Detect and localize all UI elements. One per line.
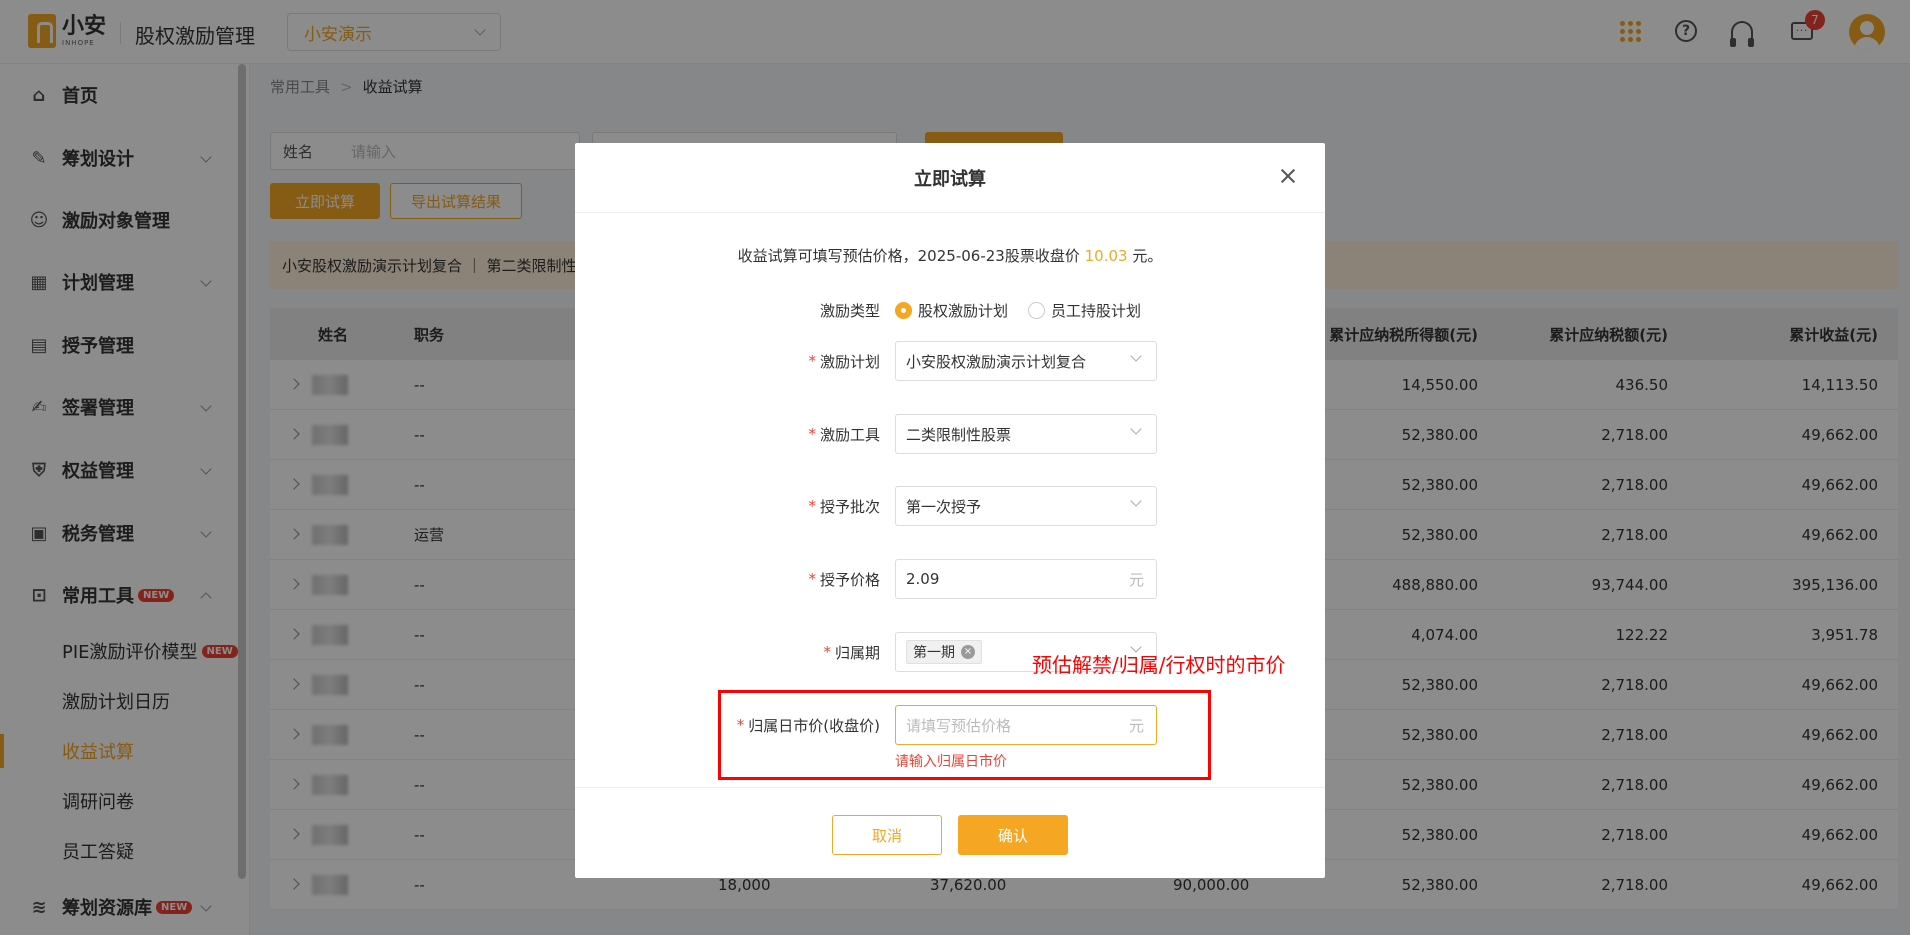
form-row-tool: * 激励工具 二类限制性股票 [575,414,1325,454]
modal-footer: 取消 确认 [575,787,1325,878]
type-label: 激励类型 [819,301,880,320]
modal-info-price: 10.03 [1084,247,1128,265]
batch-select-value: 第一次授予 [906,497,982,516]
modal-info-suffix: 元。 [1132,247,1163,265]
plan-label: * 激励计划 [808,352,880,371]
chevron-down-icon [1130,423,1142,435]
batch-label: * 授予批次 [808,497,880,516]
tool-select-value: 二类限制性股票 [906,425,1012,444]
annotation-text: 预估解禁/归属/行权时的市价 [1032,653,1286,677]
period-tag: 第一期 × [906,640,982,664]
tool-label: * 激励工具 [808,425,880,444]
form-row-type: 激励类型 股权激励计划 员工持股计划 [575,290,1325,330]
period-tag-label: 第一期 [913,645,955,661]
grant-price-input[interactable]: 2.09 元 [895,559,1157,599]
period-label: * 归属期 [823,643,880,662]
chevron-down-icon [1130,350,1142,362]
modal-info-prefix: 收益试算可填写预估价格，2025-06-23股票收盘价 [737,247,1080,265]
grant-price-value: 2.09 [906,570,940,588]
radio-unchecked-icon [1028,301,1046,319]
form-row-price: * 授予价格 2.09 元 [575,559,1325,599]
radio-checked-icon [895,301,912,319]
radio-equity-plan[interactable]: 股权激励计划 [895,300,1008,321]
radio-label: 股权激励计划 [918,301,1009,320]
radio-label: 员工持股计划 [1051,301,1142,320]
cancel-button[interactable]: 取消 [832,815,942,855]
tool-select[interactable]: 二类限制性股票 [895,414,1157,454]
plan-select[interactable]: 小安股权激励演示计划复合 [895,341,1157,381]
annotation-highlight-box [718,690,1211,780]
type-radio-group: 股权激励计划 员工持股计划 [895,290,1141,330]
price-label: * 授予价格 [808,570,880,589]
form-row-plan: * 激励计划 小安股权激励演示计划复合 [575,341,1325,381]
modal-title: 立即试算 [575,143,1325,213]
chevron-down-icon [1130,495,1142,507]
form-row-batch: * 授予批次 第一次授予 [575,486,1325,526]
confirm-button[interactable]: 确认 [958,815,1068,855]
radio-esop[interactable]: 员工持股计划 [1028,300,1141,321]
unit-suffix: 元 [1128,570,1144,589]
modal-info: 收益试算可填写预估价格，2025-06-23股票收盘价 10.03 元。 [575,245,1325,266]
tag-remove-icon[interactable]: × [961,645,975,659]
close-icon[interactable] [1279,167,1297,185]
plan-select-value: 小安股权激励演示计划复合 [906,352,1087,371]
batch-select[interactable]: 第一次授予 [895,486,1157,526]
